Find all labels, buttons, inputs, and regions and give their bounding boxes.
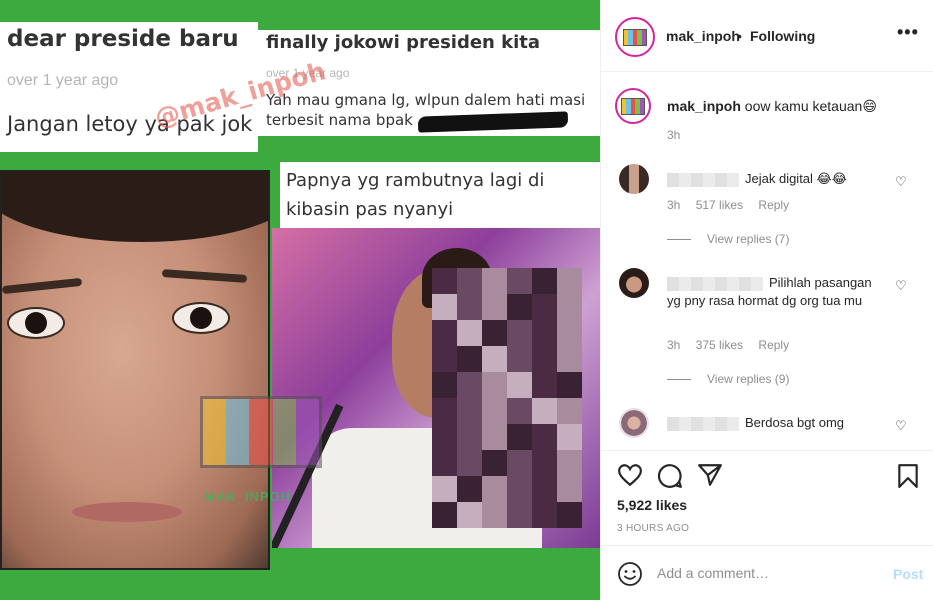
add-comment-input[interactable] xyxy=(657,562,877,584)
profile-avatar[interactable] xyxy=(615,17,655,57)
meme-card-papnya: Papnya yg rambutnya lagi di kibasin pas … xyxy=(280,162,600,228)
face-mouth xyxy=(72,502,182,522)
meme-card-title: finally jokowi presiden kita xyxy=(266,32,541,53)
logo-icon xyxy=(623,28,647,46)
face-brow-right xyxy=(161,269,248,283)
pixelated-censor xyxy=(432,268,582,528)
logo-watermark xyxy=(200,396,322,468)
following-button[interactable]: Following xyxy=(750,28,815,44)
blurred-username xyxy=(667,276,763,291)
caption-username[interactable]: mak_inpoh xyxy=(667,98,741,114)
post-comment-button[interactable]: Post xyxy=(893,566,923,582)
view-replies-button[interactable]: View replies (7) xyxy=(667,232,789,246)
comment-text: Jejak digital 😂😂 xyxy=(667,170,882,188)
post-timestamp[interactable]: 3 HOURS AGO xyxy=(617,523,689,534)
singer-photo xyxy=(272,228,600,548)
like-heart-icon[interactable] xyxy=(617,463,643,487)
save-bookmark-icon[interactable] xyxy=(897,463,919,489)
caption-body: oow kamu ketauan😄 xyxy=(744,98,877,114)
post-image[interactable]: dear preside baru over 1 year ago Jangan… xyxy=(0,0,600,600)
face-hair xyxy=(2,172,268,242)
like-comment-heart-icon[interactable]: ♡ xyxy=(895,418,907,434)
meme-card-title: Papnya yg rambutnya lagi di kibasin pas … xyxy=(286,170,545,220)
logo-icon xyxy=(621,97,645,115)
blurred-username xyxy=(667,416,739,431)
commenter-avatar[interactable] xyxy=(619,164,649,194)
comment-meta: 3h 517 likes Reply xyxy=(667,198,801,212)
view-replies-button[interactable]: View replies (9) xyxy=(667,372,789,386)
add-comment-bar: Post xyxy=(601,545,933,600)
meme-card-time: over 1 year ago xyxy=(7,72,119,89)
blurred-username xyxy=(667,172,739,187)
commenter-avatar[interactable] xyxy=(619,268,649,298)
caption-avatar[interactable] xyxy=(615,88,651,124)
comment-likes[interactable]: 375 likes xyxy=(696,338,743,352)
comment-reply-button[interactable]: Reply xyxy=(758,338,789,352)
comment-meta: 3h 375 likes Reply xyxy=(667,338,801,352)
header-separator: • xyxy=(737,28,742,44)
comment-likes[interactable]: 517 likes xyxy=(696,198,743,212)
comment-text: Pilihlah pasangan yg pny rasa hormat dg … xyxy=(667,275,872,308)
post-actions: 5,922 likes 3 HOURS AGO xyxy=(601,450,933,545)
emoji-smiley-icon[interactable] xyxy=(617,561,643,587)
more-options-icon[interactable]: ••• xyxy=(897,22,919,43)
face-photo xyxy=(0,170,270,570)
comment-reply-button[interactable]: Reply xyxy=(758,198,789,212)
caption-text: mak_inpoh oow kamu ketauan😄 xyxy=(667,98,917,115)
comments-list[interactable]: mak_inpoh oow kamu ketauan😄 3h Jejak dig… xyxy=(601,72,933,450)
logo-watermark-label: MAK_INPOH xyxy=(204,489,292,504)
header-username[interactable]: mak_inpoh xyxy=(666,28,740,44)
like-comment-heart-icon[interactable]: ♡ xyxy=(895,174,907,190)
likes-count[interactable]: 5,922 likes xyxy=(617,497,687,513)
face-brow-left xyxy=(2,277,83,295)
post-header: mak_inpoh • Following ••• xyxy=(601,0,933,72)
face-eye-right xyxy=(172,302,230,334)
comment-time[interactable]: 3h xyxy=(667,338,680,352)
comment-bubble-icon[interactable] xyxy=(657,463,683,489)
face-eye-left xyxy=(7,307,65,339)
comment-text: Berdosa bgt omg xyxy=(667,414,882,432)
post-panel: mak_inpoh • Following ••• mak_inpoh oow … xyxy=(600,0,933,600)
share-send-icon[interactable] xyxy=(697,463,723,487)
commenter-avatar[interactable] xyxy=(619,408,649,438)
meme-card-title: dear preside baru xyxy=(7,26,239,52)
comment-time[interactable]: 3h xyxy=(667,198,680,212)
caption-time[interactable]: 3h xyxy=(667,128,680,142)
like-comment-heart-icon[interactable]: ♡ xyxy=(895,278,907,294)
